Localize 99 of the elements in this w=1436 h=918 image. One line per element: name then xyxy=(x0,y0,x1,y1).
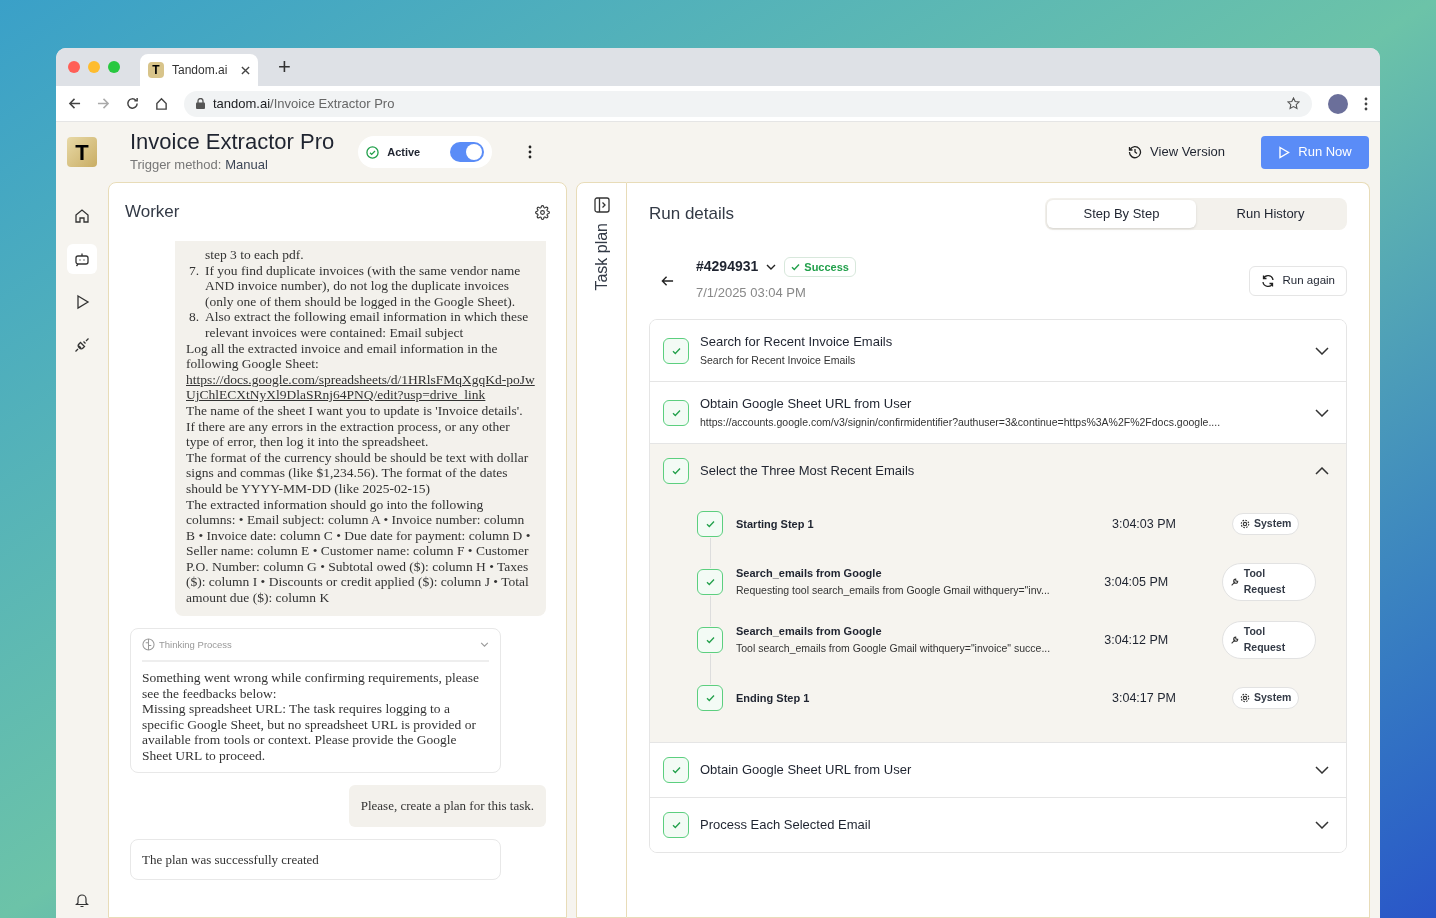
step-subtitle: Search for Recent Invoice Emails xyxy=(700,353,857,369)
play-icon xyxy=(74,294,90,310)
more-icon[interactable] xyxy=(1364,96,1368,111)
browser-tab[interactable]: T Tandom.ai xyxy=(140,54,258,86)
page-title: Invoice Extractor Pro xyxy=(130,129,335,156)
event-time: 3:04:12 PM xyxy=(1104,631,1170,649)
check-icon xyxy=(663,399,689,426)
step-title[interactable]: Search for Recent Invoice Emails xyxy=(700,331,1304,352)
lock-icon xyxy=(196,98,205,109)
active-toggle[interactable] xyxy=(450,142,485,162)
run-date: 7/1/2025 03:04 PM xyxy=(696,284,807,303)
new-tab-button[interactable]: + xyxy=(278,56,291,78)
refresh-icon xyxy=(1260,274,1275,288)
instruction-item: Also extract the following email information in which these relevant invoices were contained: Email subject xyxy=(204,309,530,341)
step-title[interactable]: Obtain Google Sheet URL from User xyxy=(700,393,1304,414)
app-logo: T xyxy=(67,137,97,167)
back-arrow-icon[interactable] xyxy=(68,97,81,110)
event-detail: Tool search_emails from Google Gmail withquery="invoice" succe... xyxy=(736,640,1052,656)
panel-title: Worker xyxy=(125,201,180,224)
gear-icon xyxy=(1240,519,1250,529)
thinking-text: Something went wrong while confirming requirements, please see the feedbacks below: Missing spreadsheet URL: The task requires logging to a specific Google Sheet, but no spreadsheet URL is provided or available from tools or context. Please provide the Google Sheet URL to proceed. xyxy=(142,669,481,764)
step-chevron[interactable] xyxy=(1315,408,1329,417)
event-title: Ending Step 1 xyxy=(736,690,811,706)
instruction-text: If there are any errors in the extraction process, or any other type of error, then log it into the spreadsheet. xyxy=(186,418,511,450)
step-title[interactable]: Select the Three Most Recent Emails xyxy=(700,461,1304,481)
home-icon[interactable] xyxy=(155,97,168,110)
wrench-icon xyxy=(1229,577,1240,587)
step-subtitle: https://accounts.google.com/v3/signin/confirmidentifier?authuser=3&continue=https%3A%2F%2Fdocs.google.... xyxy=(700,415,1222,431)
view-tab[interactable]: Run History xyxy=(1196,200,1345,228)
step-chevron[interactable] xyxy=(1315,346,1329,355)
instruction-item: step 3 to each pdf. xyxy=(204,247,304,263)
close-icon[interactable] xyxy=(241,65,250,75)
step-title[interactable]: Obtain Google Sheet URL from User xyxy=(700,760,1304,780)
tab-favicon-logo: T xyxy=(148,62,164,78)
status-label: Active xyxy=(387,144,421,160)
check-icon xyxy=(697,569,723,595)
step-title[interactable]: Process Each Selected Email xyxy=(700,815,1304,835)
event-time: 3:04:03 PM xyxy=(1112,515,1177,533)
event-detail: Requesting tool search_emails from Google Gmail withquery="inv... xyxy=(736,582,1051,598)
reload-icon[interactable] xyxy=(126,97,139,110)
check-icon xyxy=(697,685,723,711)
plug-icon xyxy=(74,337,90,353)
check-icon xyxy=(697,627,723,653)
trigger-value: Manual xyxy=(225,156,268,175)
run-id: #4294931 xyxy=(696,257,759,277)
step-chevron[interactable] xyxy=(1315,766,1329,774)
profile-avatar[interactable] xyxy=(1328,93,1348,114)
robot-icon xyxy=(74,251,90,267)
back-arrow-icon[interactable] xyxy=(661,275,674,287)
bell-icon[interactable] xyxy=(75,893,89,908)
expand-panel-icon[interactable] xyxy=(593,197,610,213)
instruction-text: Log all the extracted invoice and email information in the following Google Sheet: xyxy=(186,340,499,372)
url-text: tandom.ai/Invoice Extractor Pro xyxy=(213,94,395,113)
check-icon xyxy=(663,337,689,364)
instruction-text: The name of the sheet I want you to update is 'Invoice details'. xyxy=(186,402,524,419)
list-marker: 8. xyxy=(189,309,201,327)
task-plan-label[interactable]: Task plan xyxy=(589,223,614,291)
play-icon xyxy=(1278,145,1291,159)
agent-message: The plan was successfully created xyxy=(130,838,501,881)
check-icon xyxy=(663,812,689,838)
event-title: Starting Step 1 xyxy=(736,516,815,532)
event-time: 3:04:17 PM xyxy=(1112,689,1177,707)
user-message: Please, create a plan for this task. xyxy=(348,785,546,827)
check-icon xyxy=(663,458,689,484)
success-badge: Success xyxy=(784,256,856,277)
run-again-button[interactable]: Run again xyxy=(1248,266,1347,296)
wrench-icon xyxy=(1229,635,1240,645)
event-title: Search_emails from Google xyxy=(736,624,883,640)
more-icon[interactable] xyxy=(528,145,533,159)
step-chevron[interactable] xyxy=(1315,821,1329,829)
event-title: Search_emails from Google xyxy=(736,566,883,582)
step-chevron[interactable] xyxy=(1315,467,1329,475)
check-icon xyxy=(697,511,723,537)
panel-title: Run details xyxy=(649,203,735,226)
check-circle-icon xyxy=(366,145,380,159)
view-tab[interactable]: Step By Step xyxy=(1047,200,1196,228)
list-marker: 7. xyxy=(189,262,201,280)
instruction-text: The extracted information should go into the following columns: • Email subject: column A • Invoice number: column B • Invoice date: column C • Due date for payment: column D • Seller name: column E • Customer name: column F • Customer P.O. Number: column G • Subtotal owed ($): column H • Taxes ($): column I • Discounts or credit applied ($): column J • Total amount due ($): column K xyxy=(186,496,532,606)
brain-icon xyxy=(142,638,155,652)
address-field[interactable]: tandom.ai/Invoice Extractor Pro xyxy=(184,90,1312,117)
tab-title: Tandom.ai xyxy=(172,62,229,79)
star-icon[interactable] xyxy=(1287,97,1300,110)
check-icon xyxy=(663,757,689,783)
gear-icon xyxy=(1240,693,1250,703)
trigger-label: Trigger method: xyxy=(130,156,222,175)
event-time: 3:04:05 PM xyxy=(1104,573,1170,591)
sidebar-item[interactable] xyxy=(67,244,97,274)
home-icon xyxy=(74,208,90,224)
event-tag: System xyxy=(1232,513,1300,535)
instruction-text: The format of the currency should be should be text with dollar signs and commas (like $1,234.56). The format of the dates should be YYYY-MM-DD (like 2025-02-15) xyxy=(186,449,530,497)
event-tag: Tool Request xyxy=(1221,621,1316,659)
event-tag: System xyxy=(1232,687,1300,709)
sheet-link[interactable]: https://docs.google.com/spreadsheets/d/1HRlsFMqXgqKd-poJwUjChlECXtNyXl9DlaSRnj64PNQ/edit?usp=drive_link xyxy=(186,371,535,403)
history-icon xyxy=(1128,145,1143,159)
settings-icon[interactable] xyxy=(535,204,550,220)
instruction-item: If you find duplicate invoices (with the same vendor name AND invoice number), do not log the duplicate invoices (only one of them should be logged in the Google Sheet). xyxy=(204,262,522,310)
event-tag: Tool Request xyxy=(1221,563,1316,601)
chevron-down-icon[interactable] xyxy=(766,263,777,270)
view-version-button[interactable]: View Version xyxy=(1120,138,1233,166)
